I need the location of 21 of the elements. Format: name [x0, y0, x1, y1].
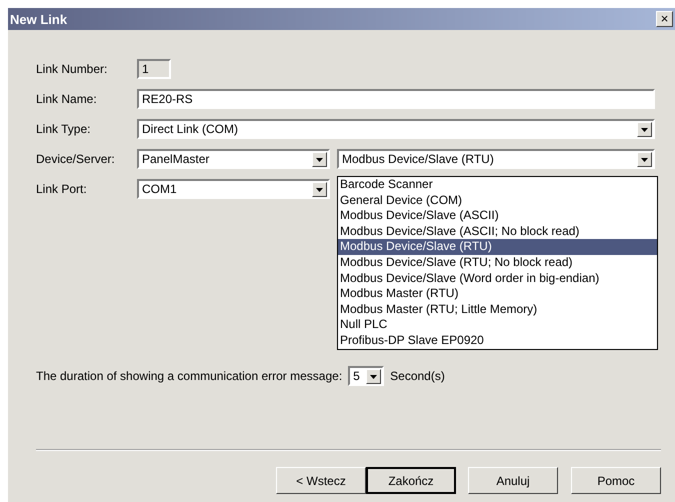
field-label: Link Name:: [36, 92, 98, 106]
combo-box[interactable]: COM1: [137, 179, 330, 199]
field-label: The duration of showing a communication error message:: [36, 369, 342, 383]
list-item[interactable]: Modbus Device/Slave (RTU): [338, 239, 657, 255]
field-label: Link Number:: [36, 62, 108, 76]
combo-box[interactable]: PanelMaster: [137, 149, 330, 169]
window-title: New Link: [10, 12, 68, 26]
combo-box[interactable]: 5: [348, 366, 384, 386]
dialog-button[interactable]: Anuluj: [468, 467, 558, 494]
dialog-button[interactable]: Zakończ: [366, 467, 456, 494]
text-field[interactable]: RE20-RS: [137, 89, 655, 109]
dialog-button[interactable]: Pomoc: [571, 467, 661, 494]
combo-box[interactable]: Modbus Device/Slave (RTU): [337, 149, 655, 169]
unit-label: Second(s): [390, 369, 445, 383]
close-button[interactable]: ×: [656, 11, 673, 27]
dialog-button[interactable]: < Wstecz: [276, 467, 366, 494]
field-label: Link Port:: [36, 182, 88, 196]
combo-box[interactable]: Direct Link (COM): [137, 119, 655, 139]
field-label: Link Type:: [36, 122, 92, 136]
field-label: Device/Server:: [36, 152, 116, 166]
list-item[interactable]: Modbus Device/Slave (ASCII; No block read): [338, 224, 657, 240]
